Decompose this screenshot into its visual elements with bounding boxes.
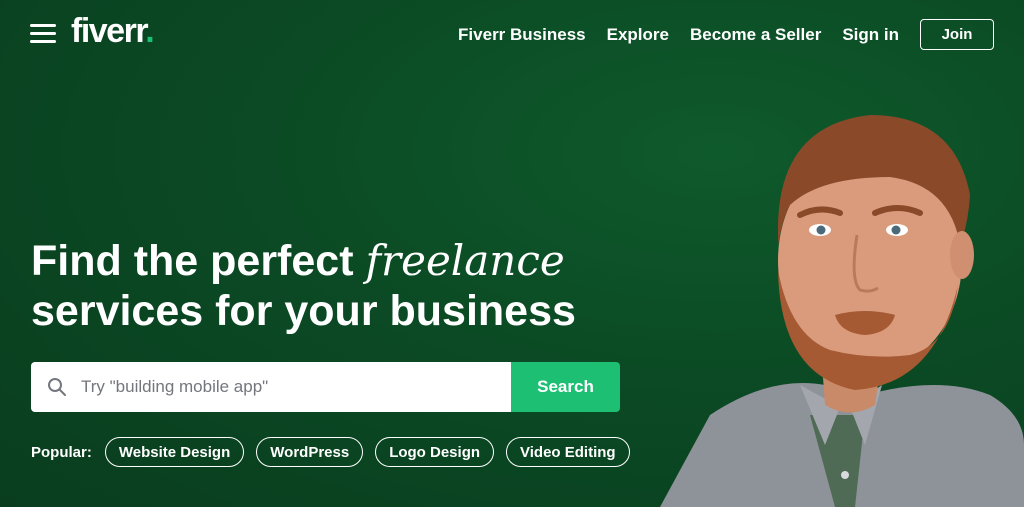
nav-fiverr-business[interactable]: Fiverr Business (458, 25, 586, 45)
nav-sign-in[interactable]: Sign in (842, 25, 899, 45)
hero-headline: Find the perfect freelance services for y… (31, 236, 576, 336)
search-bar: Search (31, 362, 620, 412)
header: fiverr. Fiverr Business Explore Become a… (0, 0, 1024, 70)
popular-tag-logo-design[interactable]: Logo Design (375, 437, 495, 467)
search-icon (48, 378, 66, 396)
search-button[interactable]: Search (511, 362, 620, 412)
headline-part1: Find the perfect (31, 237, 366, 285)
popular-tag-website-design[interactable]: Website Design (104, 437, 245, 467)
nav-explore[interactable]: Explore (607, 25, 669, 45)
logo-text: fiverr (71, 12, 147, 50)
popular-tag-wordpress[interactable]: WordPress (256, 437, 364, 467)
logo-dot: . (145, 12, 154, 50)
hero-person-image (660, 115, 1024, 507)
fiverr-logo[interactable]: fiverr. (71, 12, 155, 51)
search-input[interactable] (79, 376, 483, 398)
headline-line2: services for your business (31, 287, 576, 335)
hamburger-menu-icon[interactable] (30, 24, 56, 44)
top-nav: Fiverr Business Explore Become a Seller … (437, 19, 994, 50)
search-box (31, 362, 511, 412)
popular-label: Popular: (31, 443, 92, 461)
popular-tag-video-editing[interactable]: Video Editing (506, 437, 630, 467)
join-button[interactable]: Join (920, 19, 994, 50)
popular-tags: Popular: Website Design WordPress Logo D… (31, 437, 642, 467)
headline-emphasis: freelance (365, 236, 565, 285)
nav-become-seller[interactable]: Become a Seller (690, 25, 821, 45)
